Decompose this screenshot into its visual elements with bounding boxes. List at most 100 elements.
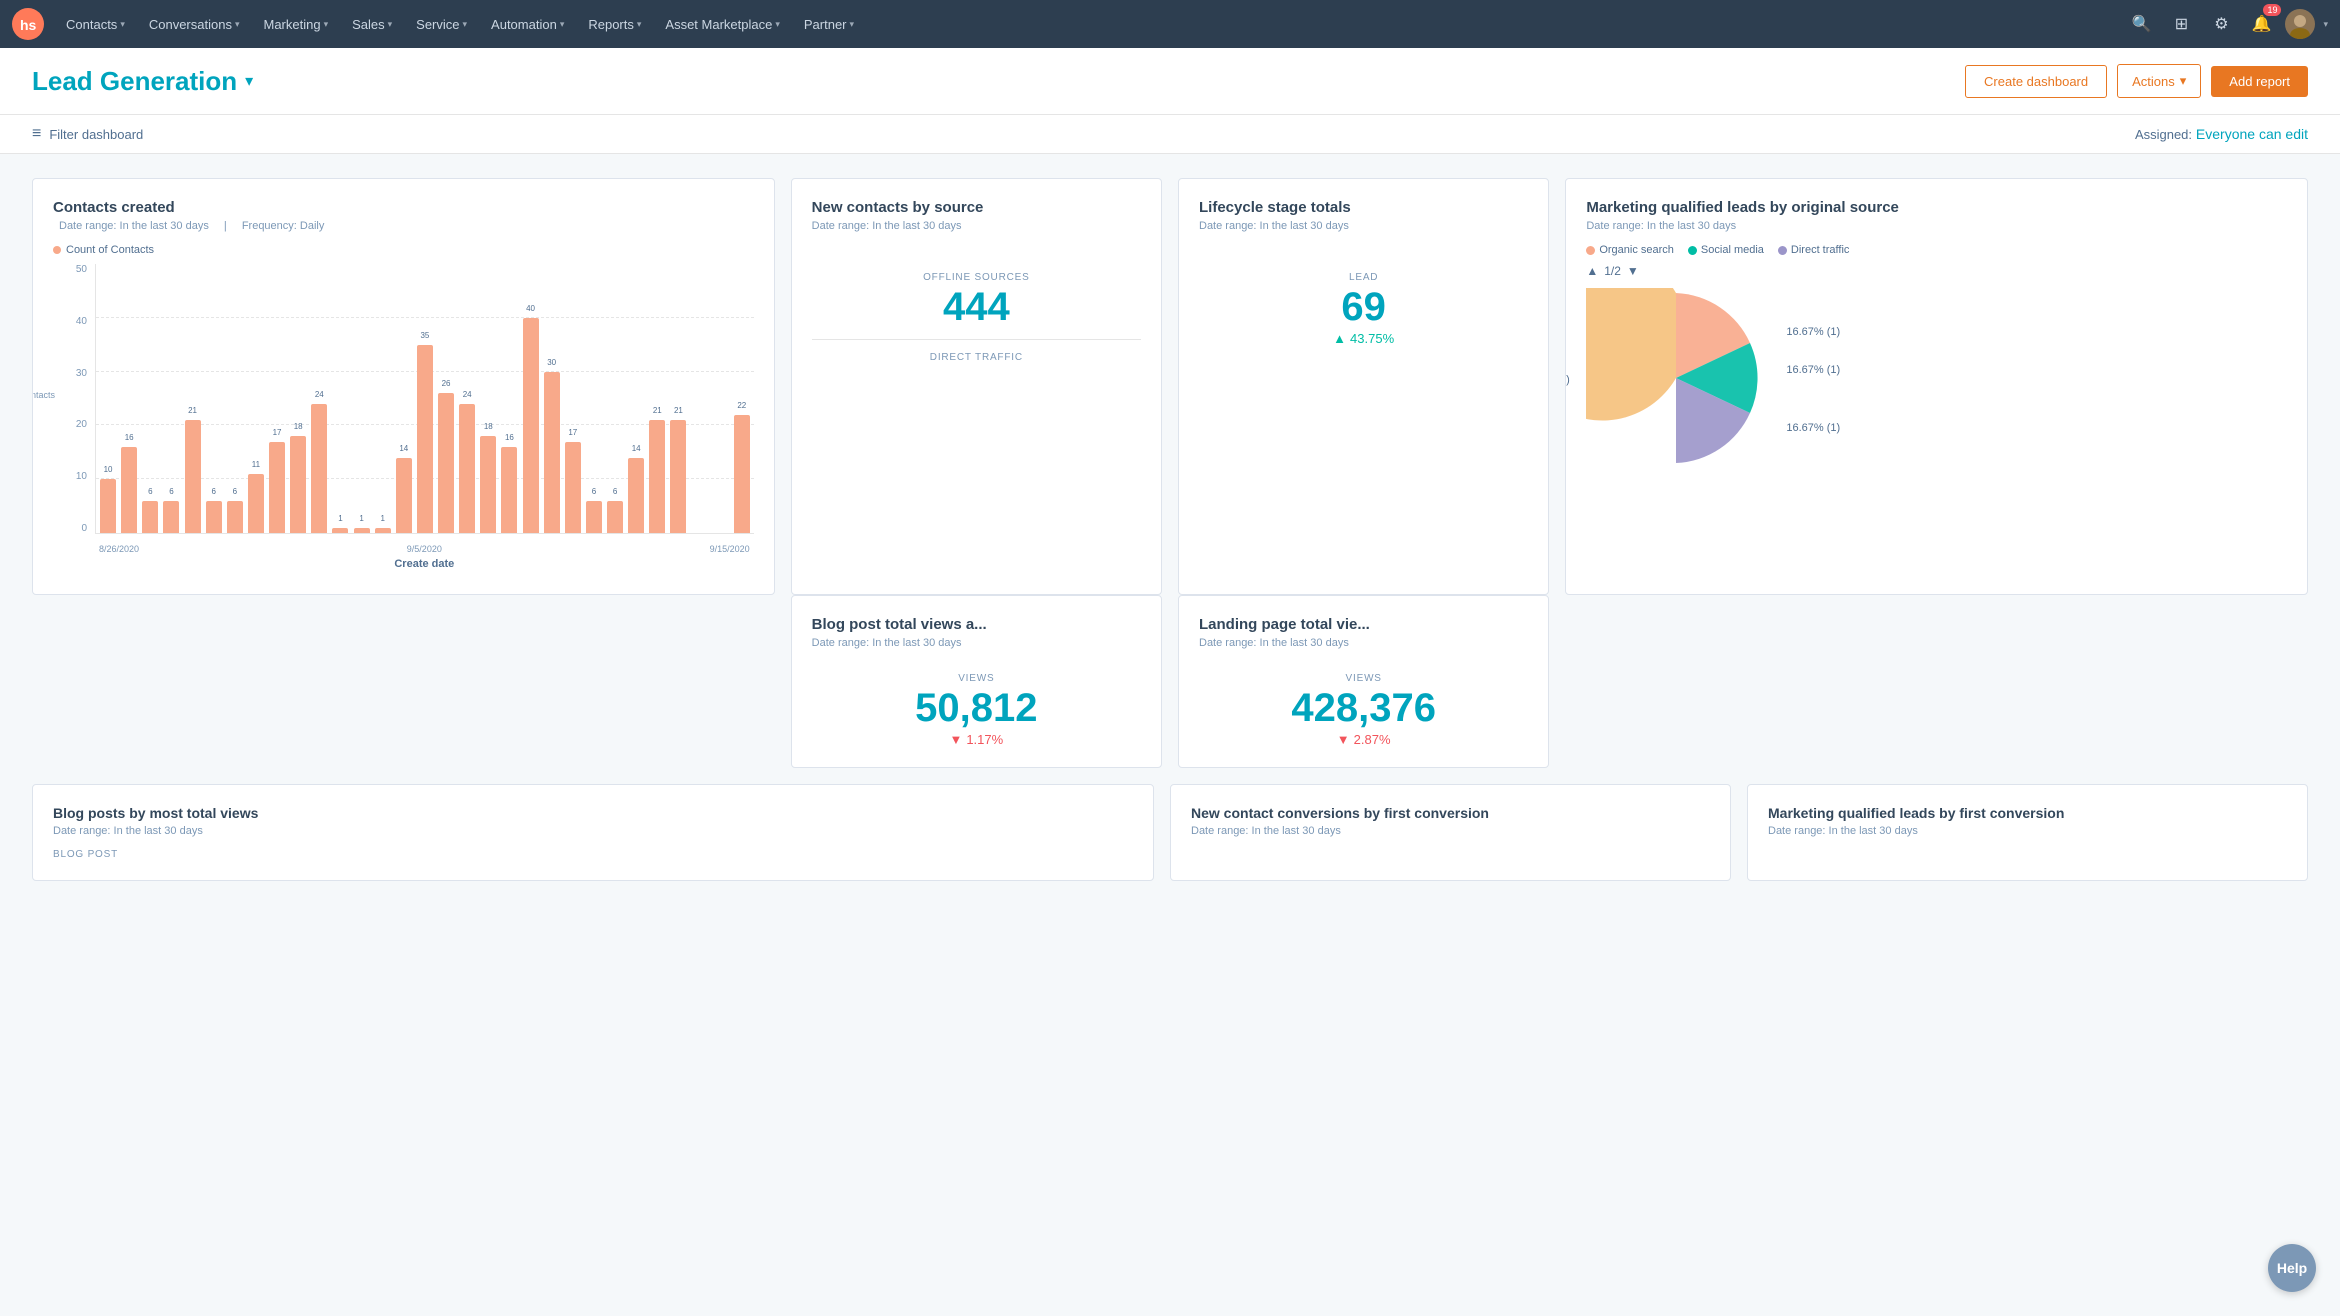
bar-col: 6 <box>140 264 160 533</box>
pie-label-top-right: 16.67% (1) <box>1786 326 1840 338</box>
marketplace-icon[interactable]: ⊞ <box>2165 8 2197 40</box>
actions-chevron-icon: ▾ <box>2180 73 2187 89</box>
lifecycle-title: Lifecycle stage totals <box>1199 199 1528 216</box>
bar: 26 <box>438 393 454 533</box>
bar-value-label: 10 <box>104 465 113 474</box>
mql-conversion-title: Marketing qualified leads by first conve… <box>1768 805 2287 821</box>
mql-source-subtitle: Date range: In the last 30 days <box>1586 220 2287 232</box>
nav-conversations[interactable]: Conversations ▾ <box>139 11 250 38</box>
add-report-button[interactable]: Add report <box>2211 66 2308 97</box>
bar-col <box>690 264 710 533</box>
actions-button[interactable]: Actions ▾ <box>2117 64 2201 98</box>
bar-col <box>711 264 731 533</box>
lead-label: LEAD <box>1199 272 1528 283</box>
bar: 6 <box>227 501 243 533</box>
assigned-link[interactable]: Everyone can edit <box>2196 126 2308 142</box>
bar-value-label: 14 <box>399 444 408 453</box>
avatar[interactable] <box>2285 9 2315 39</box>
conversions-subtitle: Date range: In the last 30 days <box>1191 825 1710 837</box>
chevron-down-icon: ▾ <box>235 19 240 30</box>
nav-service[interactable]: Service ▾ <box>406 11 477 38</box>
legend-direct: Direct traffic <box>1778 244 1849 256</box>
bar-value-label: 21 <box>653 406 662 415</box>
pie-label-right: 16.67% (1) <box>1786 364 1840 376</box>
nav-sales[interactable]: Sales ▾ <box>342 11 402 38</box>
bar-col: 21 <box>668 264 688 533</box>
contacts-created-subtitle: Date range: In the last 30 days | Freque… <box>53 220 754 232</box>
pie-label-50: 50% (3) <box>1565 374 1570 386</box>
bar-col: 17 <box>563 264 583 533</box>
pie-chart-svg <box>1586 288 1766 468</box>
bar: 18 <box>480 436 496 533</box>
blog-views-subtitle: Date range: In the last 30 days <box>812 637 1141 649</box>
bar-col: 14 <box>394 264 414 533</box>
notifications-icon[interactable]: 🔔 19 <box>2245 8 2277 40</box>
filter-dashboard-button[interactable]: ≡ Filter dashboard <box>32 125 143 143</box>
pie-prev-button[interactable]: ▲ <box>1586 264 1598 278</box>
hubspot-logo[interactable]: hs <box>12 8 44 40</box>
bar: 17 <box>269 442 285 533</box>
bar: 21 <box>185 420 201 533</box>
notification-badge: 19 <box>2263 4 2281 16</box>
bar-value-label: 6 <box>211 487 215 496</box>
bar: 6 <box>142 501 158 533</box>
bar-col: 30 <box>542 264 562 533</box>
settings-icon[interactable]: ⚙ <box>2205 8 2237 40</box>
landing-views-title: Landing page total vie... <box>1199 616 1528 633</box>
chevron-down-icon: ▾ <box>560 19 565 30</box>
nav-automation[interactable]: Automation ▾ <box>481 11 574 38</box>
create-dashboard-button[interactable]: Create dashboard <box>1965 65 2107 98</box>
bar-col: 18 <box>288 264 308 533</box>
mql-by-conversion-card: Marketing qualified leads by first conve… <box>1747 784 2308 881</box>
pie-next-button[interactable]: ▼ <box>1627 264 1639 278</box>
nav-asset-marketplace[interactable]: Asset Marketplace ▾ <box>655 11 789 38</box>
chevron-down-icon: ▾ <box>324 19 329 30</box>
bar: 1 <box>332 528 348 533</box>
chevron-down-icon: ▾ <box>463 19 468 30</box>
chevron-down-icon: ▾ <box>388 19 393 30</box>
bar: 6 <box>607 501 623 533</box>
bar-col: 21 <box>183 264 203 533</box>
chevron-down-icon: ▾ <box>775 19 780 30</box>
bar-value-label: 16 <box>505 433 514 442</box>
bar-col: 18 <box>478 264 498 533</box>
bar: 40 <box>523 318 539 533</box>
nav-contacts[interactable]: Contacts ▾ <box>56 11 135 38</box>
bar-col: 21 <box>647 264 667 533</box>
bar: 22 <box>734 415 750 533</box>
bar-value-label: 6 <box>233 487 237 496</box>
bar-value-label: 6 <box>613 487 617 496</box>
bar-value-label: 24 <box>315 390 324 399</box>
bar-col: 6 <box>225 264 245 533</box>
down-triangle-icon2: ▼ <box>1337 732 1350 747</box>
avatar-chevron-icon: ▾ <box>2323 19 2328 30</box>
bar-value-label: 16 <box>125 433 134 442</box>
chevron-down-icon: ▾ <box>637 19 642 30</box>
bar-col: 14 <box>626 264 646 533</box>
search-icon[interactable]: 🔍 <box>2125 8 2157 40</box>
blog-views-change: ▼ 1.17% <box>812 732 1141 747</box>
page-title-dropdown-icon[interactable]: ▾ <box>245 71 253 91</box>
assigned-section: Assigned: Everyone can edit <box>2135 126 2308 142</box>
bar-value-label: 6 <box>592 487 596 496</box>
bar: 1 <box>354 528 370 533</box>
bar-col: 1 <box>352 264 372 533</box>
direct-traffic-label: DIRECT TRAFFIC <box>812 352 1141 363</box>
bar-value-label: 35 <box>420 331 429 340</box>
bar-value-label: 1 <box>338 514 342 523</box>
bar-col: 24 <box>457 264 477 533</box>
help-button[interactable]: Help <box>2268 1244 2316 1292</box>
pie-chart-container: 50% (3) <box>1586 288 1766 471</box>
blog-views-label: VIEWS <box>812 673 1141 684</box>
nav-partner[interactable]: Partner ▾ <box>794 11 864 38</box>
bar-col: 17 <box>267 264 287 533</box>
nav-marketing[interactable]: Marketing ▾ <box>253 11 338 38</box>
contacts-bar-chart: 50 40 30 20 10 0 Count of Contacts 10166… <box>53 264 754 574</box>
bar-col: 35 <box>415 264 435 533</box>
bar-value-label: 6 <box>148 487 152 496</box>
bar-value-label: 24 <box>463 390 472 399</box>
bar-chart-body: 1016662166111718241111435262418164030176… <box>95 264 754 534</box>
nav-reports[interactable]: Reports ▾ <box>578 11 651 38</box>
bar: 16 <box>121 447 137 533</box>
bar-value-label: 11 <box>252 460 260 469</box>
